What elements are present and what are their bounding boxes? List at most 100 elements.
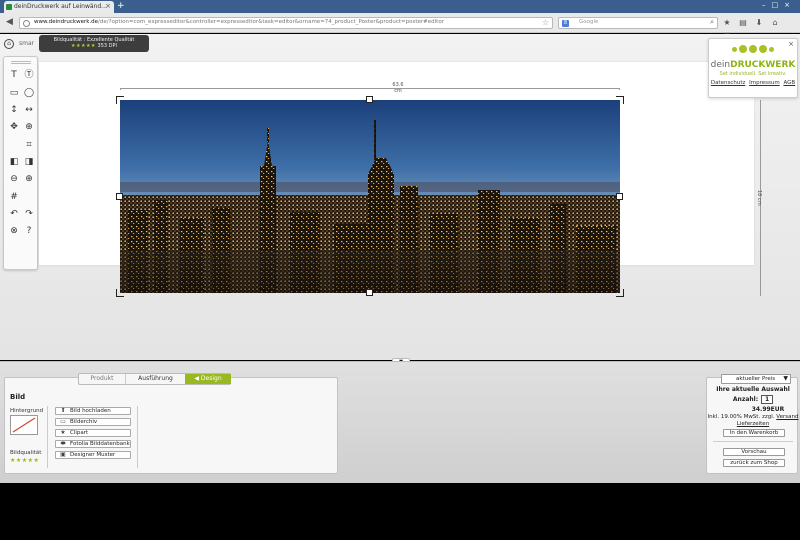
zoom-out-icon[interactable]: ⊖ — [8, 173, 20, 185]
resize-handle-right[interactable] — [616, 193, 623, 200]
brand-slogan: Set individuell. Set kreativ. — [719, 71, 787, 77]
preview-button[interactable]: Vorschau — [723, 448, 785, 456]
tab-close-icon[interactable]: × — [105, 2, 111, 10]
add-text-icon[interactable]: T — [8, 69, 20, 81]
quality-stars: ★★★★★ — [10, 457, 40, 464]
star-icon: ★ — [60, 429, 66, 436]
resize-handle-top-left[interactable] — [116, 96, 124, 104]
database-icon: ⬬ — [60, 440, 66, 447]
privacy-link[interactable]: Datenschutz — [711, 80, 746, 86]
favicon-icon — [6, 4, 12, 10]
clipboard-icon[interactable]: ▤ — [737, 17, 749, 29]
grid-icon[interactable]: # — [8, 191, 20, 203]
bring-forward-icon[interactable]: ◧ — [8, 156, 20, 168]
resize-handle-bottom[interactable] — [366, 289, 373, 296]
skyline-photo[interactable] — [120, 100, 620, 293]
crop-icon[interactable]: ⌗ — [23, 139, 35, 151]
ellipse-icon[interactable]: ◯ — [23, 87, 35, 99]
back-icon[interactable]: ◀ — [3, 16, 16, 29]
quality-tooltip-stars: ★★★★★ — [71, 43, 96, 49]
brand-panel-close-icon[interactable]: × — [788, 40, 794, 48]
price-panel: aktueller Preis ▼ Ihre aktuelle Auswahl A… — [706, 374, 799, 474]
resize-handle-bottom-right[interactable] — [616, 289, 624, 297]
minimize-icon[interactable]: – — [762, 1, 772, 9]
globe-icon — [23, 20, 30, 27]
brand-logo-icon — [709, 45, 797, 59]
new-tab-icon[interactable]: + — [117, 1, 125, 11]
quantity-row: Anzahl: 1 — [707, 395, 799, 404]
home-icon[interactable]: ⌂ — [769, 17, 781, 29]
terms-link[interactable]: AGB — [783, 80, 795, 86]
tab-title: deinDruckwerk auf Leinwänd... — [14, 3, 107, 10]
text-style-icon[interactable]: Ⓣ — [23, 69, 35, 81]
download-icon[interactable]: ⬇ — [753, 17, 765, 29]
shipping-link[interactable]: Versand — [776, 414, 798, 420]
selection-heading: Ihre aktuelle Auswahl — [716, 386, 790, 393]
designer-pattern-button[interactable]: ▣ Designer Muster — [55, 451, 131, 459]
search-placeholder: Google — [579, 19, 599, 25]
search-icon[interactable]: ⌕ — [710, 18, 714, 27]
close-window-icon[interactable]: × — [784, 1, 796, 9]
price-amount: 34.99EUR — [751, 406, 785, 413]
background-label: Hintergrund — [10, 408, 44, 414]
bookmark-icon[interactable]: ★ — [721, 17, 733, 29]
add-to-cart-button[interactable]: In den Warenkorb — [723, 429, 785, 437]
pattern-icon: ▣ — [60, 451, 66, 458]
smart-label: smar — [19, 40, 35, 47]
redo-icon[interactable]: ↷ — [23, 208, 35, 220]
divider — [713, 441, 793, 442]
imprint-link[interactable]: Impressum — [749, 80, 780, 86]
help-icon[interactable]: ? — [23, 225, 35, 237]
resize-handle-top-right[interactable] — [616, 96, 624, 104]
tab-execution[interactable]: Ausführung — [125, 374, 185, 384]
window-controls: –□× — [762, 1, 796, 9]
tax-info: Inkl. 19.00% MwSt. zzgl. Versand — [707, 414, 799, 420]
maximize-icon[interactable]: □ — [772, 1, 785, 9]
bookmark-star-icon[interactable]: ☆ — [542, 18, 549, 27]
quality-label: Bildqualität — [10, 450, 42, 456]
browser-tab-bar: deinDruckwerk auf Leinwänd... × + –□× — [0, 0, 800, 13]
brand-name[interactable]: deinDRUCKWERK — [709, 60, 797, 70]
move-icon[interactable]: ✥ — [8, 121, 20, 133]
tab-product[interactable]: Produkt — [79, 374, 125, 384]
horizontal-resize-icon[interactable]: ↔ — [23, 104, 35, 116]
image-archive-button[interactable]: ▭ Bilderchiv — [55, 418, 131, 426]
tab-design[interactable]: ◀ Design — [185, 374, 231, 384]
background-color-swatch[interactable] — [10, 415, 38, 435]
url-bar[interactable]: www.deindruckwerk.de/de/?option=com_expr… — [19, 17, 553, 29]
bottom-panel: Bild Hintergrund Bildqualität ★★★★★ ⬆ Bil… — [0, 361, 800, 483]
divider — [137, 406, 138, 468]
width-ruler — [120, 88, 620, 90]
center-icon[interactable]: ⊕ — [23, 121, 35, 133]
active-tab-arrow-icon: ◀ — [194, 375, 199, 382]
zoom-in-icon[interactable]: ⊕ — [23, 173, 35, 185]
drag-grip[interactable] — [11, 61, 31, 64]
undo-icon[interactable]: ↶ — [8, 208, 20, 220]
clipart-button[interactable]: ★ Clipart — [55, 429, 131, 437]
url-domain: www.deindruckwerk.de — [34, 19, 99, 25]
search-engine-icon[interactable]: 8 — [562, 20, 569, 27]
divider — [47, 406, 48, 468]
delete-icon[interactable]: ⊗ — [8, 225, 20, 237]
rectangle-icon[interactable]: ▭ — [8, 87, 20, 99]
url-path: /de/?option=com_expresseditor&controller… — [98, 19, 444, 25]
delivery-link[interactable]: Lieferzeiten — [707, 421, 799, 427]
height-label: 18 cm — [756, 190, 762, 206]
resize-handle-bottom-left[interactable] — [116, 289, 124, 297]
resize-handle-left[interactable] — [116, 193, 123, 200]
search-bar[interactable]: 8 Google ⌕ — [558, 17, 718, 29]
browser-tab[interactable]: deinDruckwerk auf Leinwänd... × — [4, 1, 114, 13]
back-to-shop-button[interactable]: zurück zum Shop — [723, 459, 785, 467]
fotolia-button[interactable]: ⬬ Fotolia Bilddatenbank — [55, 440, 131, 448]
step-tabs: Produkt Ausführung ◀ Design — [78, 373, 231, 385]
upload-image-button[interactable]: ⬆ Bild hochladen — [55, 407, 131, 415]
price-select[interactable]: aktueller Preis ▼ — [721, 374, 791, 384]
vertical-resize-icon[interactable]: ↕ — [8, 104, 20, 116]
editor-home-icon[interactable]: ⌂ — [4, 39, 14, 49]
archive-icon: ▭ — [60, 418, 66, 425]
quality-tooltip: Bildqualität : Exzellente Qualität ★★★★★… — [39, 35, 149, 52]
resize-handle-top[interactable] — [366, 96, 373, 103]
quantity-input[interactable]: 1 — [761, 395, 774, 404]
tool-palette: T Ⓣ ▭ ◯ ↕ ↔ ✥ ⊕ ⌗ ◧ ◨ ⊖ ⊕ # ↶ ↷ ⊗ ? — [3, 56, 38, 270]
send-backward-icon[interactable]: ◨ — [23, 156, 35, 168]
